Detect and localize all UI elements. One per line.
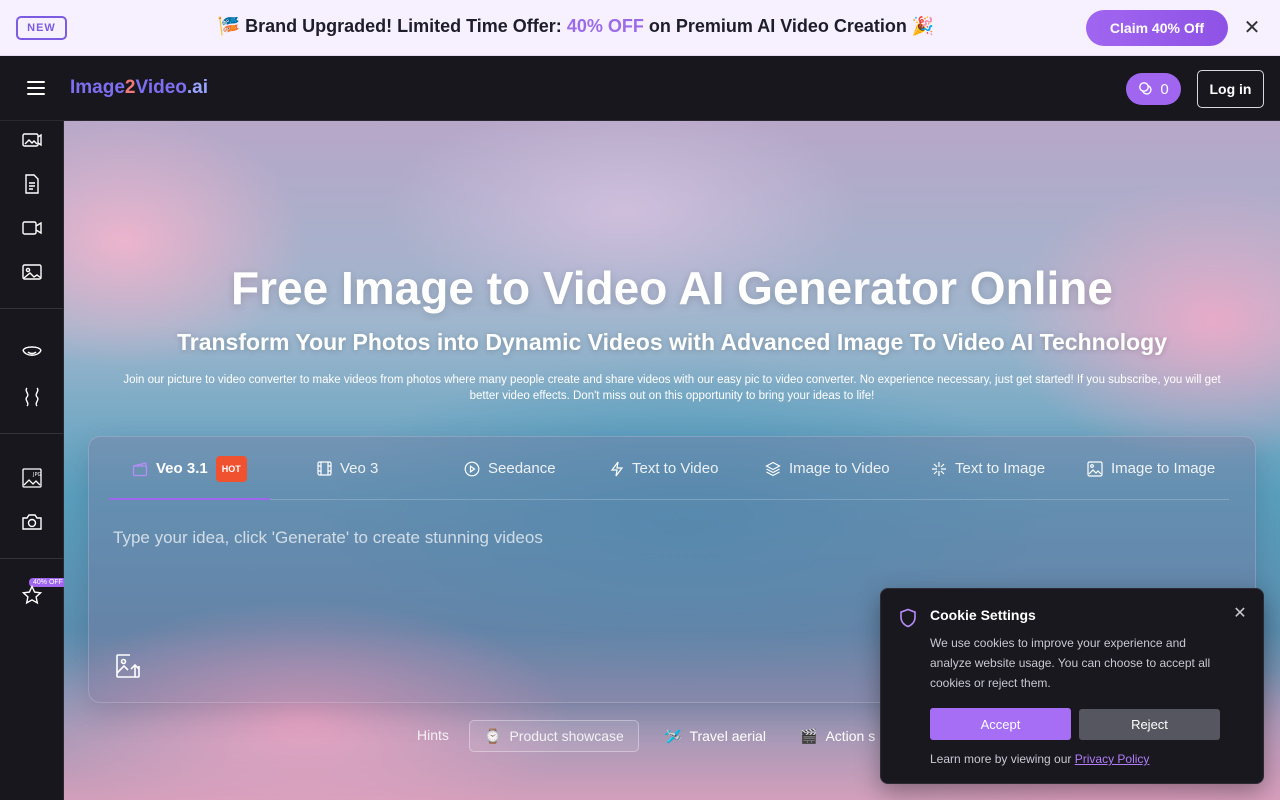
cookie-learn-more: Learn more by viewing our Privacy Policy	[930, 752, 1149, 766]
layers-icon	[765, 461, 781, 476]
prompt-input[interactable]	[113, 528, 853, 548]
cookie-title: Cookie Settings	[930, 607, 1036, 623]
coins-icon	[1139, 82, 1152, 95]
tab-label: Text to Image	[955, 460, 1046, 477]
top-header: Image2Video.ai 0 Log in	[0, 56, 1280, 121]
sparkle-icon	[932, 461, 946, 476]
login-button[interactable]: Log in	[1197, 70, 1264, 108]
video-camera-icon[interactable]	[20, 216, 44, 240]
airplane-icon: 🛩️	[664, 727, 682, 744]
clapper-icon: 🎬	[800, 727, 818, 744]
tab-veo-3[interactable]: Veo 3	[317, 437, 378, 500]
tab-label: Text to Video	[632, 460, 719, 477]
tab-label: Seedance	[488, 460, 556, 477]
model-tabs: Veo 3.1 HOT Veo 3 Seedance Text to Video…	[109, 437, 1229, 500]
page-title: Free Image to Video AI Generator Online	[231, 262, 1113, 314]
close-icon[interactable]: ✕	[1240, 16, 1264, 40]
cookie-settings-card: Cookie Settings ✕ We use cookies to impr…	[880, 588, 1264, 784]
image-swap-icon	[1087, 460, 1103, 477]
credits-count: 0	[1160, 80, 1169, 98]
star-icon[interactable]	[20, 583, 44, 607]
jpg-image-icon[interactable]: JPG	[20, 466, 44, 490]
site-logo[interactable]: Image2Video.ai	[70, 77, 208, 99]
tab-label: Veo 3.1	[156, 460, 208, 477]
svg-text:JPG: JPG	[32, 472, 41, 478]
hint-product-showcase[interactable]: ⌚ Product showcase	[469, 720, 639, 752]
logo-part-2: 2	[124, 77, 136, 98]
camera-icon[interactable]	[20, 510, 44, 534]
sidebar-divider	[0, 558, 63, 559]
accept-cookies-button[interactable]: Accept	[930, 708, 1071, 740]
tab-image-to-video[interactable]: Image to Video	[765, 437, 890, 500]
close-icon[interactable]: ✕	[1230, 604, 1250, 624]
reject-cookies-button[interactable]: Reject	[1079, 709, 1220, 740]
shield-icon	[900, 608, 916, 628]
promo-emoji-left: 🎏	[217, 16, 241, 36]
active-tab-indicator	[109, 498, 270, 500]
tab-veo-3-1[interactable]: Veo 3.1 HOT	[132, 437, 247, 500]
promo-emoji-right: 🎉	[911, 16, 935, 36]
face-icon[interactable]	[20, 340, 44, 364]
hot-badge: HOT	[215, 455, 247, 482]
promo-text-after: on Premium AI Video Creation	[643, 16, 912, 36]
promo-highlight: 40% OFF	[566, 16, 644, 36]
image-video-icon[interactable]	[20, 128, 44, 152]
learn-more-text: Learn more by viewing our	[930, 752, 1075, 766]
tab-image-to-image[interactable]: Image to Image	[1087, 437, 1215, 500]
hint-label: Product showcase	[509, 728, 624, 744]
left-sidebar: JPG 40% OFF	[0, 121, 67, 800]
play-circle-icon	[464, 461, 480, 476]
hero-description: Join our picture to video converter to m…	[123, 374, 1221, 402]
tab-label: Veo 3	[340, 460, 379, 477]
tab-seedance[interactable]: Seedance	[464, 437, 556, 500]
claim-offer-button[interactable]: Claim 40% Off	[1086, 10, 1228, 46]
tab-label: Image to Video	[789, 460, 890, 477]
logo-part-image: Image	[70, 77, 125, 98]
watch-icon: ⌚	[484, 727, 502, 744]
promo-text-before: Brand Upgraded! Limited Time Offer:	[245, 16, 567, 36]
hints-label: Hints	[417, 727, 449, 743]
logo-part-ai: .ai	[186, 77, 209, 98]
sidebar-divider	[0, 308, 63, 309]
tab-text-to-image[interactable]: Text to Image	[931, 437, 1045, 500]
hint-label: Action s	[825, 728, 876, 744]
clapperboard-icon	[132, 461, 148, 476]
cookie-description: We use cookies to improve your experienc…	[930, 636, 1211, 690]
promo-message: 🎏 Brand Upgraded! Limited Time Offer: 40…	[0, 16, 1152, 37]
lightning-icon	[610, 461, 624, 476]
upload-image-icon[interactable]	[115, 653, 141, 679]
page-subtitle: Transform Your Photos into Dynamic Video…	[176, 329, 1167, 355]
document-icon[interactable]	[20, 172, 44, 196]
effects-icon[interactable]	[20, 385, 44, 409]
film-icon	[317, 461, 332, 476]
promo-banner: NEW 🎏 Brand Upgraded! Limited Time Offer…	[0, 0, 1280, 56]
tab-label: Image to Image	[1111, 460, 1216, 477]
hint-label: Travel aerial	[689, 728, 766, 744]
hint-action[interactable]: 🎬 Action s	[786, 720, 889, 752]
hint-travel-aerial[interactable]: 🛩️ Travel aerial	[650, 720, 780, 752]
image-icon[interactable]	[20, 260, 44, 284]
sidebar-divider	[0, 433, 63, 434]
tab-text-to-video[interactable]: Text to Video	[610, 437, 718, 500]
privacy-policy-link[interactable]: Privacy Policy	[1075, 752, 1150, 766]
credits-button[interactable]: 0	[1126, 73, 1181, 105]
logo-part-video: Video	[135, 77, 187, 98]
hamburger-menu-icon[interactable]	[24, 78, 48, 98]
